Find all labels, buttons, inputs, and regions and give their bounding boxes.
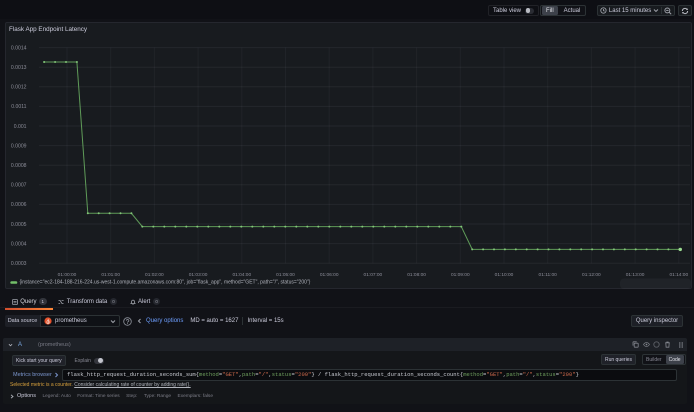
svg-text:0.0012: 0.0012 bbox=[11, 85, 27, 91]
svg-text:0.0013: 0.0013 bbox=[11, 65, 27, 71]
svg-text:0.0004: 0.0004 bbox=[11, 241, 27, 247]
svg-text:01:06:00: 01:06:00 bbox=[320, 272, 339, 278]
svg-text:01:04:00: 01:04:00 bbox=[232, 272, 251, 278]
svg-text:0.0009: 0.0009 bbox=[11, 143, 27, 149]
svg-text:01:12:00: 01:12:00 bbox=[582, 272, 601, 278]
svg-text:01:07:00: 01:07:00 bbox=[364, 272, 383, 278]
svg-text:01:02:00: 01:02:00 bbox=[145, 272, 164, 278]
svg-text:01:11:00: 01:11:00 bbox=[539, 272, 558, 278]
svg-text:0.0008: 0.0008 bbox=[11, 163, 27, 169]
svg-text:01:05:00: 01:05:00 bbox=[276, 272, 295, 278]
svg-text:0.0006: 0.0006 bbox=[11, 202, 27, 208]
svg-text:01:03:00: 01:03:00 bbox=[189, 272, 208, 278]
svg-text:0.001: 0.001 bbox=[14, 124, 27, 130]
svg-text:01:09:00: 01:09:00 bbox=[451, 272, 470, 278]
svg-text:01:13:00: 01:13:00 bbox=[626, 272, 645, 278]
svg-text:01:00:00: 01:00:00 bbox=[58, 272, 77, 278]
svg-text:01:01:00: 01:01:00 bbox=[101, 272, 120, 278]
svg-text:0.0005: 0.0005 bbox=[11, 222, 27, 228]
svg-text:0.0011: 0.0011 bbox=[11, 104, 26, 110]
svg-text:0.0003: 0.0003 bbox=[11, 261, 27, 267]
svg-text:01:08:00: 01:08:00 bbox=[407, 272, 426, 278]
svg-text:01:10:00: 01:10:00 bbox=[495, 272, 514, 278]
svg-text:01:14:00: 01:14:00 bbox=[669, 272, 688, 278]
svg-text:0.0014: 0.0014 bbox=[11, 45, 27, 51]
svg-text:{instance="ec2-184-188-216-224: {instance="ec2-184-188-216-224.us-west-1… bbox=[20, 280, 311, 286]
svg-text:0.0007: 0.0007 bbox=[11, 183, 27, 189]
